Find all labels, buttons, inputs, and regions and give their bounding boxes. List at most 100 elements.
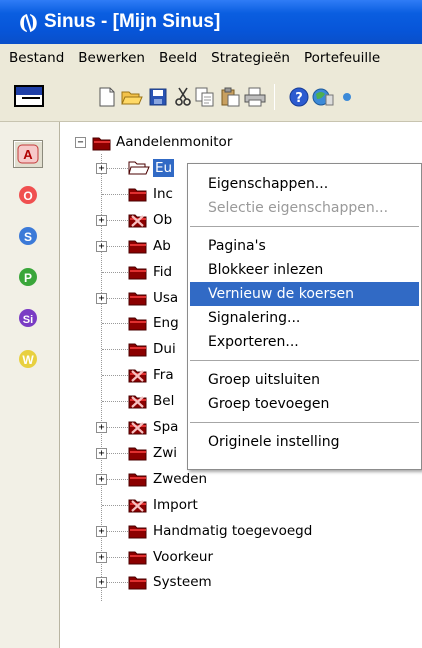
menu-item-paginas[interactable]: Pagina's — [190, 234, 419, 258]
new-file-icon[interactable] — [96, 86, 118, 108]
tree-node-label[interactable]: Dui — [153, 340, 176, 358]
tree-node-label[interactable]: Voorkeur — [153, 548, 213, 566]
print-icon[interactable] — [244, 86, 266, 108]
tree-node-label[interactable]: Fra — [153, 366, 174, 384]
root-expander[interactable]: − — [75, 137, 86, 148]
menu-item-selectie-eigenschappen: Selectie eigenschappen... — [208, 200, 389, 216]
save-icon[interactable] — [147, 86, 169, 108]
folder-excluded-icon — [128, 212, 148, 228]
help-icon[interactable]: ? — [288, 86, 310, 108]
tree-expander-plus[interactable]: + — [96, 577, 107, 588]
svg-text:P: P — [24, 271, 32, 285]
tree-connector-line — [102, 505, 128, 506]
module-si-button[interactable]: Si — [13, 304, 43, 332]
menu-item-groep-uitsluiten[interactable]: Groep uitsluiten — [190, 368, 419, 392]
tree-node-label[interactable]: Fid — [153, 263, 172, 281]
tree-node-label[interactable]: Eu — [153, 159, 175, 177]
tree-connector-line — [102, 349, 128, 350]
module-o-button[interactable]: O — [13, 181, 43, 209]
folder-icon — [92, 135, 112, 151]
svg-text:Si: Si — [23, 314, 33, 326]
tree-expander-plus[interactable]: + — [96, 163, 107, 174]
folder-icon — [128, 549, 148, 565]
tree-node-label[interactable]: Import — [153, 496, 198, 514]
tree-expander-plus[interactable]: + — [96, 448, 107, 459]
svg-text:W: W — [22, 353, 34, 367]
toolbar: ? — [0, 72, 422, 122]
module-s-button[interactable]: S — [13, 222, 43, 250]
menu-beeld[interactable]: Beeld — [152, 50, 204, 66]
svg-text:S: S — [24, 230, 32, 244]
svg-text:A: A — [23, 147, 33, 162]
tree-root-label[interactable]: Aandelenmonitor — [116, 133, 232, 151]
folder-excluded-icon — [128, 393, 148, 409]
folder-excluded-icon — [128, 497, 148, 513]
tree-node-label[interactable]: Inc — [153, 185, 173, 203]
tree-expander-plus[interactable]: + — [96, 215, 107, 226]
menu-separator — [190, 360, 419, 361]
tree-expander-plus[interactable]: + — [96, 552, 107, 563]
tree-expander-plus[interactable]: + — [96, 422, 107, 433]
module-a-button[interactable]: A — [13, 140, 43, 168]
layout-toggle-icon[interactable] — [14, 85, 44, 107]
module-p-button[interactable]: P — [13, 263, 43, 291]
tree-node-label[interactable]: Usa — [153, 289, 178, 307]
tree-expander-plus[interactable]: + — [96, 474, 107, 485]
sinus-logo-icon: (\) — [18, 10, 38, 34]
tree-expander-plus[interactable]: + — [96, 293, 107, 304]
menu-item-blokkeer-inlezen[interactable]: Blokkeer inlezen — [190, 258, 419, 282]
tree-node-label[interactable]: Ab — [153, 237, 171, 255]
folder-excluded-icon — [128, 419, 148, 435]
tree-connector-line — [102, 375, 128, 376]
tree-connector-line — [102, 323, 128, 324]
module-w-button[interactable]: W — [13, 345, 43, 373]
menu-separator — [190, 422, 419, 423]
tree-node-label[interactable]: Zwi — [153, 444, 177, 462]
menu-item-groep-toevoegen[interactable]: Groep toevoegen — [190, 392, 419, 416]
window-title: Sinus - [Mijn Sinus] — [44, 11, 221, 32]
tree-expander-plus[interactable]: + — [96, 526, 107, 537]
more-icon[interactable] — [336, 86, 358, 108]
folder-icon — [128, 186, 148, 202]
menu-item-eigenschappen[interactable]: Eigenschappen... — [190, 172, 419, 196]
open-folder-icon[interactable] — [121, 86, 143, 108]
tree-node-label[interactable]: Spa — [153, 418, 178, 436]
toolbar-separator — [274, 84, 275, 110]
tree-connector-line — [102, 401, 128, 402]
menu-portefeuille[interactable]: Portefeuille — [297, 50, 387, 66]
menu-separator — [190, 226, 419, 227]
paste-icon[interactable] — [219, 86, 241, 108]
tree-node-label[interactable]: Eng — [153, 314, 179, 332]
tree-connector-line — [102, 272, 128, 273]
folder-icon — [128, 445, 148, 461]
folder-open-icon — [128, 160, 150, 176]
menu-item-originele-instelling[interactable]: Originele instelling — [190, 430, 419, 454]
module-sidebar: A O S P Si W — [0, 122, 60, 648]
folder-excluded-icon — [128, 367, 148, 383]
menu-item-signalering[interactable]: Signalering... — [190, 306, 419, 330]
tree-node-label[interactable]: Systeem — [153, 573, 212, 591]
folder-icon — [128, 574, 148, 590]
tree-node-label[interactable]: Zweden — [153, 470, 207, 488]
folder-icon — [128, 315, 148, 331]
menu-strategieen[interactable]: Strategieën — [204, 50, 297, 66]
folder-icon — [128, 264, 148, 280]
cut-icon[interactable] — [172, 86, 194, 108]
menu-item-exporteren[interactable]: Exporteren... — [190, 330, 419, 354]
menu-bestand[interactable]: Bestand — [2, 50, 71, 66]
menu-bar: Bestand Bewerken Beeld Strategieën Porte… — [0, 44, 422, 72]
menu-bewerken[interactable]: Bewerken — [71, 50, 152, 66]
copy-icon[interactable] — [194, 86, 216, 108]
title-bar: (\) Sinus - [Mijn Sinus] — [0, 0, 422, 44]
tree-expander-plus[interactable]: + — [96, 241, 107, 252]
svg-text:O: O — [23, 189, 32, 203]
tree-node-label[interactable]: Bel — [153, 392, 174, 410]
tree-node-label[interactable]: Ob — [153, 211, 172, 229]
tree-node-label[interactable]: Handmatig toegevoegd — [153, 522, 312, 540]
tree-connector-line — [102, 194, 128, 195]
menu-item-vernieuw-de-koersen[interactable]: Vernieuw de koersen — [190, 282, 419, 306]
globe-icon[interactable] — [312, 86, 334, 108]
svg-text:?: ? — [295, 91, 303, 106]
context-menu: Eigenschappen... Selectie eigenschappen.… — [187, 163, 422, 470]
folder-icon — [128, 341, 148, 357]
